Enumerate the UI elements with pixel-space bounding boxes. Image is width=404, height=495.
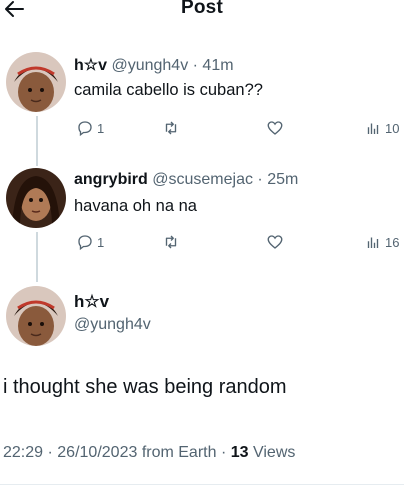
display-name[interactable]: angrybird [74,171,148,188]
user-handle[interactable]: @scusemejac [152,171,253,188]
reply-icon [78,235,92,251]
reply-text: havana oh na na [74,197,197,215]
reply-text: camila cabello is cuban?? [74,81,263,99]
reply-header: angrybird @scusemejac · 25m [74,171,299,188]
post-header: Post [0,0,404,26]
display-name[interactable]: h☆v [74,57,107,74]
action-bar: 1 16 [74,231,404,253]
post-time[interactable]: 22:29 [3,444,43,461]
post-text: i thought she was being random [3,376,287,398]
repost-button[interactable] [162,117,180,139]
display-name[interactable]: h☆v [74,292,109,312]
reply-header: h☆v @yungh4v · 41m [74,57,234,74]
reply-count: 1 [97,120,105,136]
like-button[interactable] [266,117,284,139]
view-count: 16 [385,234,400,250]
heart-icon [267,121,283,135]
repost-icon [165,235,177,249]
post-date[interactable]: 26/10/2023 [57,444,137,461]
analytics-icon [367,123,379,134]
action-bar: 1 10 [74,117,404,139]
divider [0,484,404,485]
heart-icon [267,235,283,249]
page-title: Post [181,0,223,18]
views-button[interactable]: 16 [364,231,399,253]
user-handle[interactable]: @yungh4v [74,316,151,334]
timestamp[interactable]: 41m [202,57,233,74]
post-meta: 22:29 · 26/10/2023 from Earth · 13 Views [3,444,296,461]
views-button[interactable]: 10 [364,117,399,139]
timestamp[interactable]: 25m [267,171,298,188]
analytics-icon [367,237,379,248]
avatar[interactable] [6,168,66,228]
thread-line [36,116,38,166]
views-count: 13 [230,444,249,461]
reply-count: 1 [97,234,105,250]
repost-button[interactable] [162,231,180,253]
user-handle[interactable]: @yungh4v [111,57,188,74]
view-count: 10 [385,120,400,136]
thread-line [36,232,38,282]
reply-button[interactable]: 1 [76,117,104,139]
repost-icon [165,121,177,135]
reply-button[interactable]: 1 [76,231,104,253]
reply-icon [78,121,92,137]
avatar[interactable] [6,286,66,346]
post-source: from Earth [141,444,217,461]
views-label: Views [252,444,296,461]
like-button[interactable] [266,231,284,253]
avatar[interactable] [6,52,66,112]
